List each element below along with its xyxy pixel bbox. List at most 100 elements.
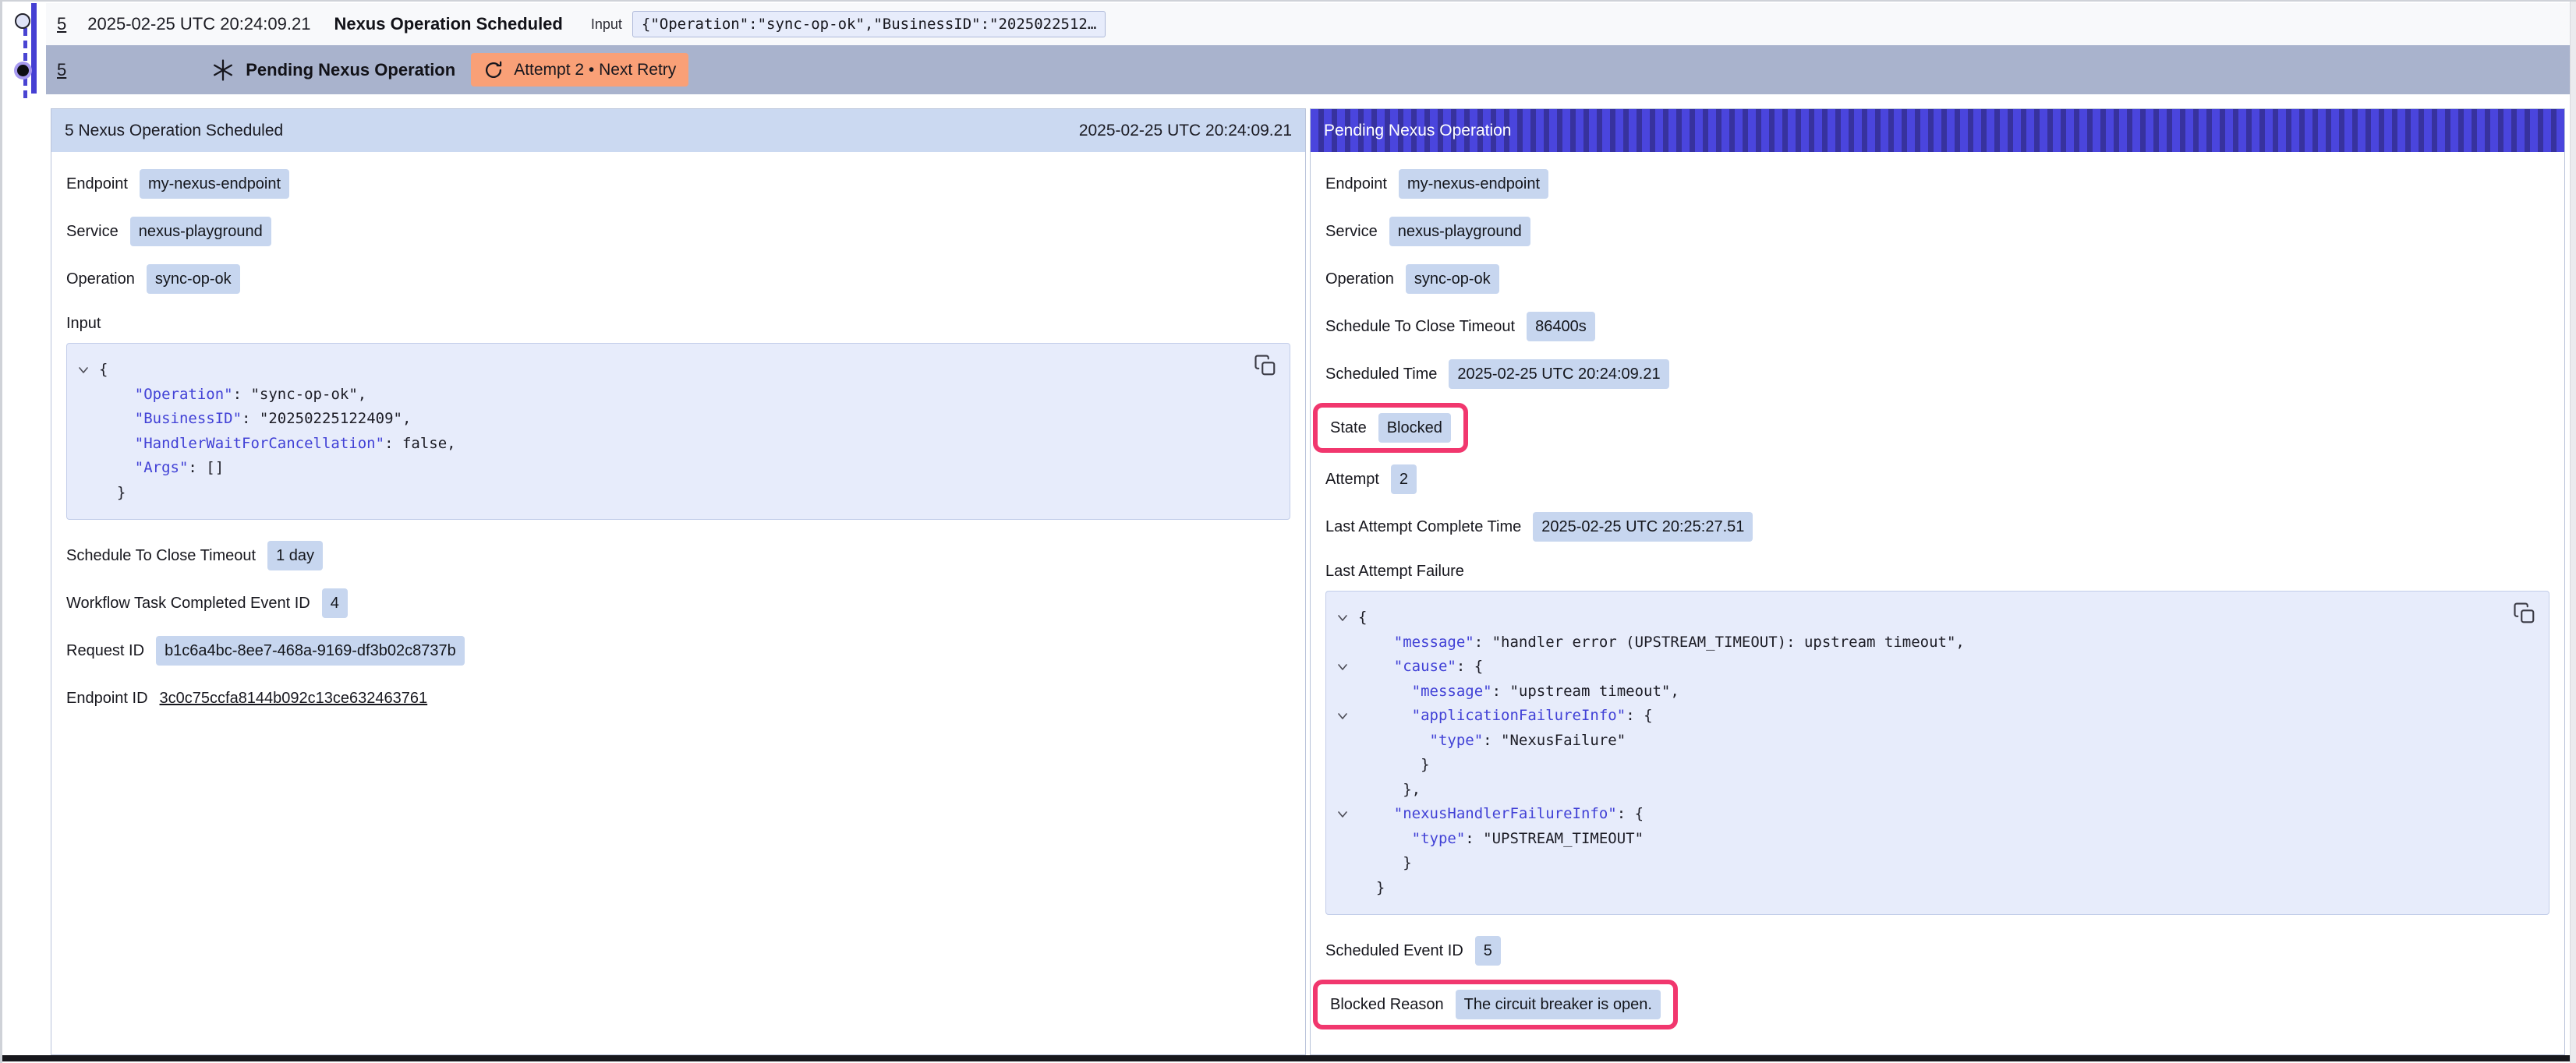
json-key: "cause" bbox=[1394, 658, 1456, 675]
json-value: : "upstream timeout", bbox=[1492, 683, 1679, 700]
event-detail-header-timestamp: 2025-02-25 UTC 20:24:09.21 bbox=[1079, 122, 1292, 140]
field-row-operation: Operation sync-op-ok bbox=[66, 263, 1290, 295]
json-key: "Args" bbox=[135, 459, 189, 476]
code-line: "BusinessID": "20250225122409", bbox=[78, 407, 1243, 432]
collapse-toggle[interactable] bbox=[78, 358, 99, 383]
json-value: : false, bbox=[384, 435, 456, 452]
scrollbar[interactable] bbox=[2570, 2, 2576, 1063]
field-row-request-id: Request ID b1c6a4bc-8ee7-468a-9169-df3b0… bbox=[66, 635, 1290, 666]
field-value-badge: my-nexus-endpoint bbox=[1399, 169, 1548, 199]
code-gutter bbox=[1337, 753, 1358, 778]
field-row-workflow-task-completed-event-id: Workflow Task Completed Event ID 4 bbox=[66, 588, 1290, 619]
field-label: Last Attempt Complete Time bbox=[1325, 518, 1521, 536]
endpoint-id-link[interactable]: 3c0c75ccfa8144b092c13ce632463761 bbox=[160, 690, 428, 708]
code-text: "message": "handler error (UPSTREAM_TIME… bbox=[1358, 630, 1965, 655]
collapse-toggle[interactable] bbox=[1337, 606, 1358, 630]
collapse-toggle[interactable] bbox=[1337, 802, 1358, 827]
collapse-chevron-icon[interactable] bbox=[78, 366, 89, 375]
json-key: "HandlerWaitForCancellation" bbox=[135, 435, 384, 452]
timeline-selection-bar bbox=[31, 3, 37, 94]
json-key: "type" bbox=[1430, 732, 1484, 749]
event-id-link[interactable]: 5 bbox=[57, 14, 66, 34]
field-row-service: Service nexus-playground bbox=[1325, 216, 2549, 247]
json-key: "Operation" bbox=[135, 386, 233, 403]
field-value-badge: 2025-02-25 UTC 20:25:27.51 bbox=[1533, 512, 1753, 542]
field-label: Request ID bbox=[66, 642, 144, 660]
retry-status-badge: Attempt 2 • Next Retry bbox=[471, 53, 688, 87]
collapse-chevron-icon[interactable] bbox=[1337, 613, 1348, 623]
workflow-history-view: 5 2025-02-25 UTC 20:24:09.21 Nexus Opera… bbox=[0, 0, 2576, 1063]
event-input-preview-badge: {"Operation":"sync-op-ok","BusinessID":"… bbox=[632, 11, 1106, 37]
code-gutter bbox=[78, 407, 99, 432]
code-line: } bbox=[78, 481, 1243, 506]
collapse-toggle[interactable] bbox=[1337, 655, 1358, 680]
code-gutter bbox=[1337, 876, 1358, 901]
window-bottom-edge bbox=[2, 1055, 2576, 1061]
field-row-service: Service nexus-playground bbox=[66, 216, 1290, 247]
field-label: Endpoint ID bbox=[66, 690, 148, 708]
code-text: "HandlerWaitForCancellation": false, bbox=[99, 432, 456, 457]
field-value-badge: 2025-02-25 UTC 20:24:09.21 bbox=[1449, 359, 1668, 389]
code-line: "Args": [] bbox=[78, 456, 1243, 481]
timeline-dashed-connector bbox=[23, 28, 27, 98]
event-detail-header: 5 Nexus Operation Scheduled 2025-02-25 U… bbox=[51, 109, 1305, 152]
field-label: Schedule To Close Timeout bbox=[1325, 318, 1515, 336]
copy-button[interactable] bbox=[2511, 601, 2538, 627]
code-text: "BusinessID": "20250225122409", bbox=[99, 407, 411, 432]
pending-operation-header: Pending Nexus Operation bbox=[1311, 109, 2564, 152]
pending-title: Pending Nexus Operation bbox=[246, 60, 455, 80]
code-gutter bbox=[78, 456, 99, 481]
json-value: : "handler error (UPSTREAM_TIMEOUT): ups… bbox=[1474, 634, 1965, 651]
copy-button[interactable] bbox=[1252, 353, 1279, 380]
json-value: : "20250225122409", bbox=[242, 410, 411, 427]
input-json-code: { "Operation": "sync-op-ok", "BusinessID… bbox=[66, 343, 1290, 520]
code-text: { bbox=[99, 358, 108, 383]
json-value: { bbox=[1358, 609, 1367, 626]
retry-icon bbox=[483, 60, 504, 80]
field-row-schedule-to-close-timeout: Schedule To Close Timeout 86400s bbox=[1325, 311, 2549, 342]
field-row-schedule-to-close-timeout: Schedule To Close Timeout 1 day bbox=[66, 540, 1290, 571]
pending-id-link[interactable]: 5 bbox=[57, 60, 66, 80]
field-label: Scheduled Time bbox=[1325, 366, 1437, 383]
event-summary-row[interactable]: 5 2025-02-25 UTC 20:24:09.21 Nexus Opera… bbox=[46, 3, 2573, 45]
field-value-badge: my-nexus-endpoint bbox=[140, 169, 289, 199]
json-key: "BusinessID" bbox=[135, 410, 242, 427]
field-row-attempt: Attempt 2 bbox=[1325, 464, 2549, 495]
code-text: "applicationFailureInfo": { bbox=[1358, 704, 1653, 729]
collapse-toggle[interactable] bbox=[1337, 704, 1358, 729]
field-row-last-attempt-complete-time: Last Attempt Complete Time 2025-02-25 UT… bbox=[1325, 511, 2549, 542]
code-line: { bbox=[1337, 606, 2502, 630]
code-gutter bbox=[1337, 680, 1358, 705]
collapse-chevron-icon[interactable] bbox=[1337, 810, 1348, 819]
code-gutter bbox=[1337, 827, 1358, 852]
field-value-badge: 4 bbox=[322, 588, 348, 618]
code-text: "Args": [] bbox=[99, 456, 224, 481]
code-text: "Operation": "sync-op-ok", bbox=[99, 383, 366, 408]
retry-badge-label: Attempt 2 • Next Retry bbox=[514, 61, 676, 79]
pending-operation-row[interactable]: 5 Pending Nexus Operation Attempt 2 • Ne… bbox=[46, 45, 2573, 94]
code-text: } bbox=[1358, 876, 1385, 901]
collapse-chevron-icon[interactable] bbox=[1337, 712, 1348, 721]
field-row-endpoint: Endpoint my-nexus-endpoint bbox=[66, 168, 1290, 200]
json-value: : "NexusFailure" bbox=[1483, 732, 1626, 749]
collapse-chevron-icon[interactable] bbox=[1337, 662, 1348, 672]
event-detail-panel: 5 Nexus Operation Scheduled 2025-02-25 U… bbox=[51, 108, 1306, 1055]
code-line: "type": "UPSTREAM_TIMEOUT" bbox=[1337, 827, 2502, 852]
code-text: "type": "UPSTREAM_TIMEOUT" bbox=[1358, 827, 1644, 852]
field-label: Service bbox=[66, 223, 119, 241]
json-key: "message" bbox=[1412, 683, 1492, 700]
code-line: "type": "NexusFailure" bbox=[1337, 729, 2502, 754]
copy-icon bbox=[2513, 602, 2536, 625]
code-line: "message": "upstream timeout", bbox=[1337, 680, 2502, 705]
field-label: Schedule To Close Timeout bbox=[66, 547, 256, 565]
pending-operation-header-title: Pending Nexus Operation bbox=[1324, 122, 1512, 140]
field-row-scheduled-event-id: Scheduled Event ID 5 bbox=[1325, 935, 2549, 966]
field-value-badge: nexus-playground bbox=[1389, 217, 1530, 246]
field-row-endpoint: Endpoint my-nexus-endpoint bbox=[1325, 168, 2549, 200]
code-gutter bbox=[1337, 851, 1358, 876]
field-row-scheduled-time: Scheduled Time 2025-02-25 UTC 20:24:09.2… bbox=[1325, 358, 2549, 390]
event-detail-header-title: 5 Nexus Operation Scheduled bbox=[65, 122, 283, 140]
field-value-badge: 1 day bbox=[267, 541, 323, 570]
field-label: Operation bbox=[1325, 270, 1394, 288]
code-line: "nexusHandlerFailureInfo": { bbox=[1337, 802, 2502, 827]
